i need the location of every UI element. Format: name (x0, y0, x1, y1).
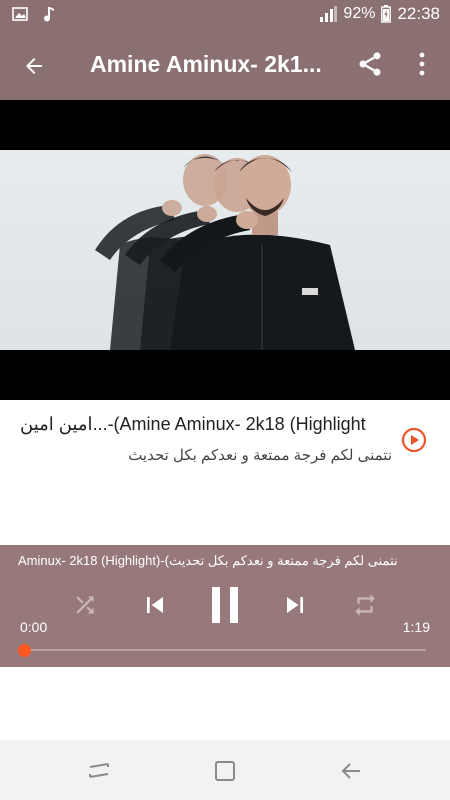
seek-bar-thumb[interactable] (18, 644, 31, 657)
recent-apps-icon (89, 763, 109, 778)
next-button[interactable] (278, 587, 312, 623)
shuffle-icon (76, 596, 94, 614)
status-bar: 92% 22:38 (0, 0, 450, 30)
clock: 22:38 (397, 4, 440, 23)
home-button[interactable] (212, 758, 238, 784)
video-player[interactable] (0, 100, 450, 400)
pause-icon (212, 587, 238, 623)
video-thumbnail (0, 150, 450, 350)
share-icon (359, 52, 381, 76)
skip-next-icon (287, 597, 303, 613)
recent-apps-button[interactable] (86, 758, 112, 784)
elapsed-time: 0:00 (20, 619, 48, 635)
back-button[interactable] (18, 50, 50, 82)
video-frame-image (95, 154, 355, 350)
skip-previous-icon (147, 597, 163, 613)
more-options-button[interactable] (410, 50, 434, 80)
battery-percent: 92% (343, 5, 376, 22)
video-title: امين امين...-(Amine Aminux- 2k18 (Highli… (20, 414, 366, 434)
seek-bar-track[interactable] (24, 649, 426, 651)
video-info: امين امين...-(Amine Aminux- 2k18 (Highli… (0, 400, 450, 545)
signal-icon (320, 6, 338, 22)
total-duration: 1:19 (402, 619, 430, 635)
music-note-icon (44, 7, 54, 22)
shuffle-button[interactable] (70, 587, 100, 623)
video-subtitle: نتمنى لكم فرجة ممتعة و نعدكم بكل تحديث (128, 447, 392, 464)
back-arrow-icon (26, 58, 42, 74)
home-icon (215, 761, 235, 781)
repeat-icon (355, 594, 375, 616)
system-nav-bar (0, 740, 450, 800)
battery-icon (381, 5, 392, 23)
back-icon (341, 763, 360, 779)
page-title: Amine Aminux- 2k1... (90, 51, 322, 77)
image-icon (12, 7, 28, 21)
player-title: Aminux- 2k18 (Highlight)-(نتمنى لكم فرجة… (18, 553, 398, 568)
repeat-button[interactable] (350, 587, 380, 623)
audio-player: Aminux- 2k18 (Highlight)-(نتمنى لكم فرجة… (0, 545, 450, 667)
share-button[interactable] (356, 50, 386, 80)
app-bar: Amine Aminux- 2k1... (0, 30, 450, 100)
previous-button[interactable] (138, 587, 172, 623)
more-vert-icon (419, 52, 425, 76)
back-nav-button[interactable] (338, 758, 364, 784)
play-circle-icon (401, 427, 427, 453)
pause-button[interactable] (204, 587, 246, 623)
play-button[interactable] (401, 427, 427, 453)
